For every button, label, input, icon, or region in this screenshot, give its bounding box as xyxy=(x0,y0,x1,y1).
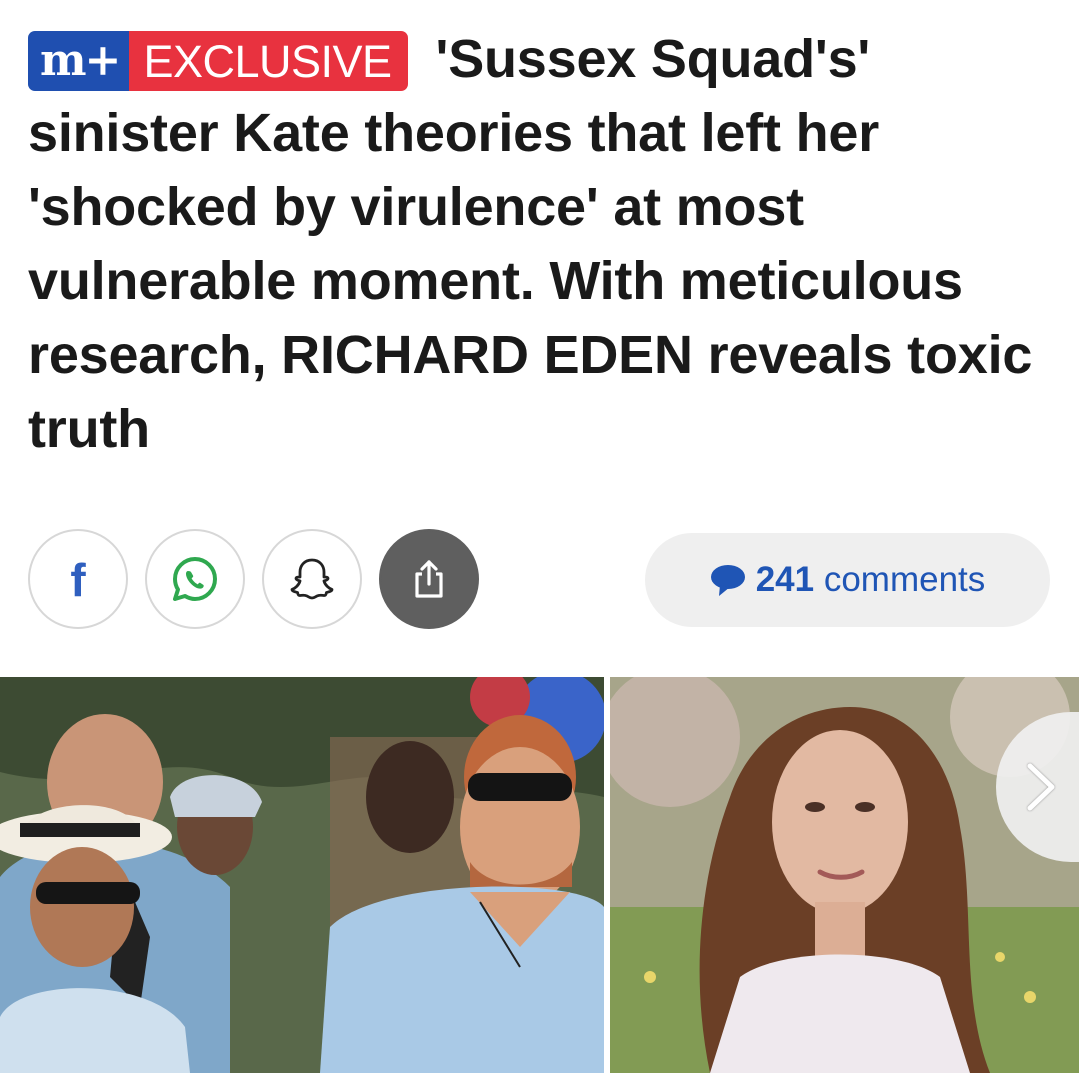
headline-text: 'Sussex Squad's' sinister Kate theories … xyxy=(28,29,1033,459)
facebook-icon: f xyxy=(70,554,86,606)
photo-left-illustration xyxy=(0,677,604,1073)
facebook-share-button[interactable]: f xyxy=(28,529,128,629)
article-headline-block: m+ EXCLUSIVE 'Sussex Squad's' sinister Kat… xyxy=(28,22,1058,466)
snapchat-icon xyxy=(290,558,334,600)
photo-right-illustration xyxy=(610,677,1079,1073)
speech-bubble-icon xyxy=(710,565,745,596)
share-icon xyxy=(415,560,443,598)
comments-button[interactable]: 241 comments xyxy=(645,533,1050,627)
comments-word: comments xyxy=(823,560,986,599)
whatsapp-icon xyxy=(173,557,217,601)
exclusive-label: EXCLUSIVE xyxy=(129,31,408,91)
more-share-button[interactable] xyxy=(379,529,479,629)
comments-count-label: 241 comments xyxy=(756,560,986,600)
snapchat-share-button[interactable] xyxy=(262,529,362,629)
gallery-photo-left[interactable] xyxy=(0,677,604,1073)
gallery-photo-right[interactable] xyxy=(610,677,1079,1073)
chevron-right-icon xyxy=(1027,763,1055,811)
mail-plus-logo: m+ xyxy=(28,31,130,91)
comments-count: 241 xyxy=(755,560,815,599)
whatsapp-share-button[interactable] xyxy=(145,529,245,629)
exclusive-badge: m+ EXCLUSIVE xyxy=(28,31,408,91)
